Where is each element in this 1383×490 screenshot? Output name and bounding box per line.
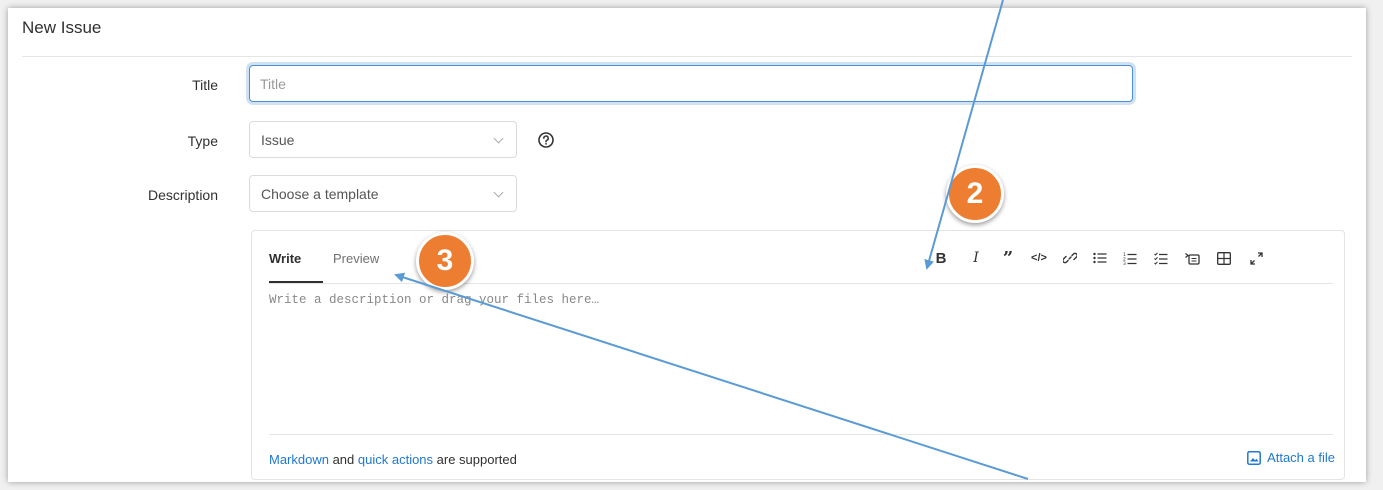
- table-icon[interactable]: [1213, 247, 1235, 269]
- collapsible-icon[interactable]: [1181, 247, 1203, 269]
- markdown-link[interactable]: Markdown: [269, 452, 329, 467]
- quick-actions-link[interactable]: quick actions: [358, 452, 433, 467]
- code-icon[interactable]: </>: [1028, 247, 1050, 269]
- template-select[interactable]: Choose a template: [249, 175, 517, 212]
- description-textarea[interactable]: [269, 293, 1333, 429]
- markdown-hint: Markdown and quick actions are supported: [269, 452, 517, 467]
- help-icon[interactable]: [537, 131, 555, 154]
- title-divider: [22, 56, 1352, 57]
- description-label: Description: [147, 187, 218, 203]
- tab-preview[interactable]: Preview: [333, 251, 379, 266]
- svg-text:3: 3: [1123, 261, 1126, 265]
- hint-and-text: and: [328, 452, 358, 467]
- page-title: New Issue: [22, 18, 102, 37]
- tab-write[interactable]: Write: [269, 251, 301, 266]
- attach-file-button[interactable]: Attach a file: [1247, 450, 1335, 465]
- new-issue-panel: New Issue Title Type Issue Description C…: [8, 8, 1366, 482]
- description-editor: Write Preview B I ” </> 123 Markdown: [251, 230, 1345, 480]
- quote-icon[interactable]: ”: [997, 247, 1019, 269]
- attach-file-label: Attach a file: [1267, 450, 1335, 465]
- footer-divider: [269, 434, 1333, 435]
- chevron-down-icon: [493, 133, 504, 144]
- bullet-list-icon[interactable]: [1089, 247, 1111, 269]
- numbered-list-icon[interactable]: 123: [1119, 247, 1141, 269]
- image-icon: [1247, 450, 1262, 465]
- link-icon[interactable]: [1059, 247, 1081, 269]
- type-label: Type: [187, 133, 218, 149]
- title-input[interactable]: [249, 65, 1133, 102]
- callout-badge-3: 3: [416, 232, 474, 290]
- bold-icon[interactable]: B: [930, 247, 952, 269]
- title-label: Title: [192, 77, 218, 93]
- fullscreen-icon[interactable]: [1245, 247, 1267, 269]
- callout-badge-2: 2: [946, 165, 1004, 223]
- task-list-icon[interactable]: [1150, 247, 1172, 269]
- italic-icon[interactable]: I: [965, 247, 987, 269]
- type-select[interactable]: Issue: [249, 121, 517, 158]
- template-select-value: Choose a template: [261, 186, 379, 202]
- chevron-down-icon: [493, 187, 504, 198]
- hint-supported-text: are supported: [433, 452, 517, 467]
- type-select-value: Issue: [261, 132, 295, 148]
